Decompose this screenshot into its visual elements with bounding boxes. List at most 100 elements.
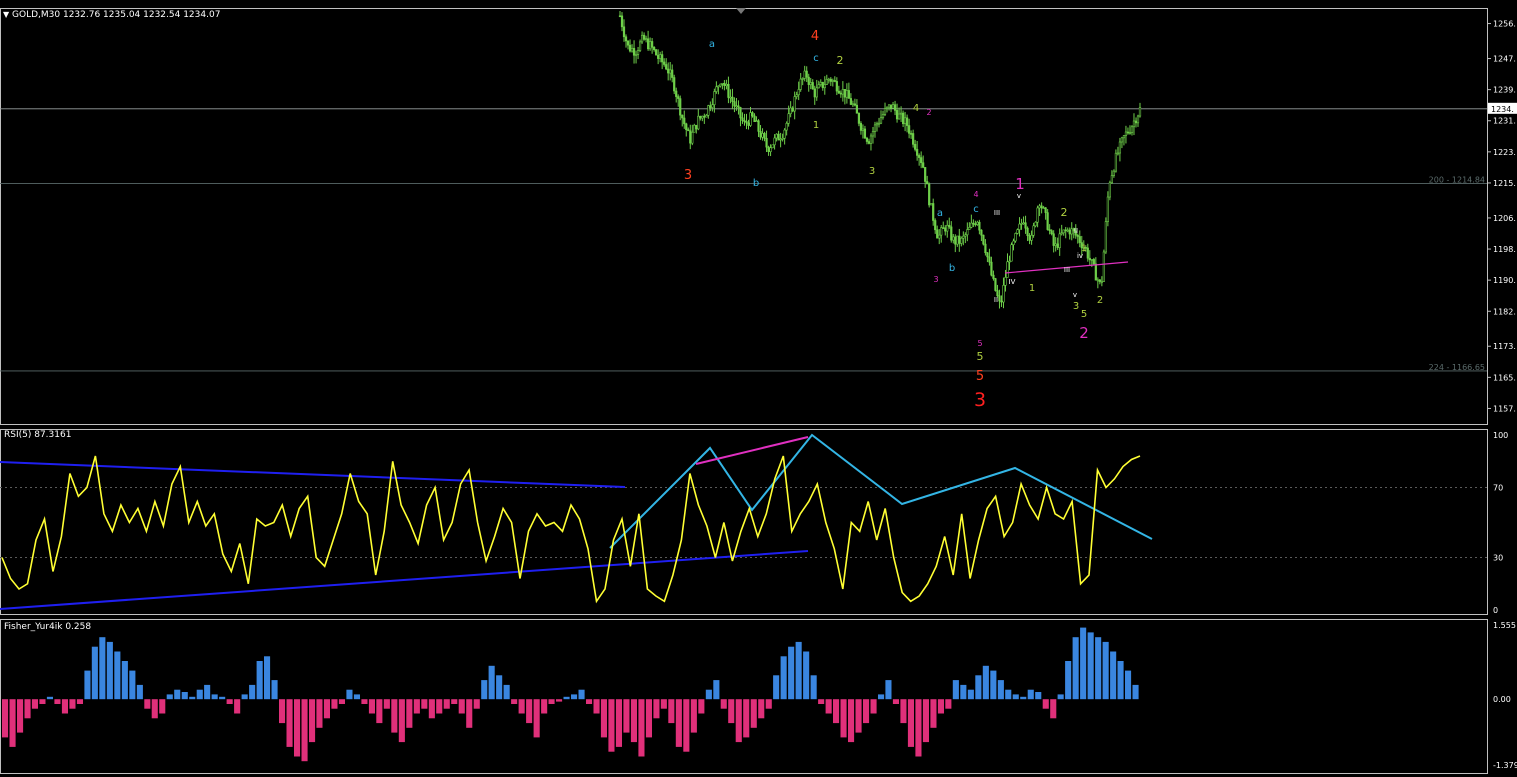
candle-body <box>791 107 794 112</box>
fisher-bar <box>1027 689 1034 700</box>
fib-level-label: 200 - 1214.84 <box>1429 176 1485 185</box>
candle-body <box>922 162 925 168</box>
candle-body <box>697 115 700 130</box>
candle-body <box>982 234 985 245</box>
candle-body <box>763 133 766 139</box>
dropdown-triangle-icon[interactable]: ▼ <box>3 10 9 19</box>
fib-level-label: 224 - 1166.65 <box>1429 363 1485 372</box>
fisher-bar <box>361 699 368 704</box>
fisher-bar <box>556 699 563 702</box>
candle-body <box>950 226 953 241</box>
fisher-bar <box>279 699 286 724</box>
fisher-bar <box>593 699 600 714</box>
candle-body <box>1058 233 1061 248</box>
candle-body <box>801 78 804 80</box>
fisher-bar <box>17 699 24 733</box>
rsi-tick-label: 30 <box>1493 554 1503 563</box>
candle-body <box>733 101 736 107</box>
candle-body <box>966 229 969 236</box>
fisher-tick-label: -1.379 <box>1493 761 1517 770</box>
fisher-bar <box>818 699 825 704</box>
fisher-bar <box>511 699 518 704</box>
candle-body <box>640 34 644 43</box>
candle-body <box>877 122 881 125</box>
fisher-bar <box>368 699 375 714</box>
fisher-bar <box>750 699 757 728</box>
candle-body <box>1066 229 1069 232</box>
fisher-bar <box>181 692 188 700</box>
fisher-bar <box>518 699 525 714</box>
candle-body <box>1028 235 1031 241</box>
chart-window[interactable]: 200 - 1214.84 224 - 1166.65 4ca213b423ac4… <box>0 0 1517 777</box>
candle-body <box>1056 243 1059 248</box>
fisher-bar <box>84 670 91 700</box>
candle-body <box>735 105 738 108</box>
candle-body <box>873 124 877 132</box>
candle-body <box>867 141 871 144</box>
wave-label: 2 <box>1061 206 1068 219</box>
candle-body <box>1034 221 1037 227</box>
candle-body <box>715 86 718 92</box>
candle-body <box>845 90 848 98</box>
candle-body <box>996 290 999 297</box>
candle-body <box>1076 234 1079 237</box>
wave-label: 2 <box>926 108 931 117</box>
fisher-bar <box>1132 684 1139 700</box>
candle-body <box>679 98 682 116</box>
candle-body <box>1120 137 1124 143</box>
price-tick-label: 1206. <box>1493 214 1516 223</box>
candle-body <box>952 236 955 241</box>
fisher-bar <box>915 699 922 757</box>
candle-body <box>1012 240 1015 246</box>
candle-body <box>659 54 662 59</box>
rsi-trendline-lower <box>0 550 809 610</box>
candle-body <box>807 76 810 85</box>
fisher-bar <box>376 699 383 724</box>
fisher-bar <box>863 699 870 724</box>
fisher-bar <box>1125 670 1132 700</box>
price-tick-label: 1190. <box>1493 276 1516 285</box>
candle-body <box>920 157 923 164</box>
fisher-bar <box>1072 637 1079 700</box>
wave-label: 3 <box>869 166 875 177</box>
elliott-wave-labels: 4ca213b4 23a c43bIIIII1vIV12IIIIIiv1v35225… <box>684 29 1103 411</box>
candle-body <box>717 85 720 88</box>
fisher-bar <box>930 699 937 728</box>
candle-body <box>689 130 692 144</box>
symbol-header[interactable]: ▼ GOLD,M30 1232.76 1235.04 1232.54 1234.… <box>3 10 220 20</box>
candle-body <box>1108 182 1111 198</box>
fisher-bar <box>54 699 61 704</box>
fisher-bar <box>541 699 548 714</box>
candle-body <box>829 78 832 82</box>
candle-body <box>620 15 624 28</box>
fisher-bar <box>323 699 330 719</box>
candle-body <box>1014 233 1017 242</box>
candle-body <box>984 243 987 254</box>
fisher-bar <box>473 699 480 709</box>
candle-body <box>1138 106 1142 117</box>
candle-body <box>956 235 959 245</box>
candle-body <box>1060 232 1063 235</box>
fisher-bar <box>1102 641 1109 700</box>
fisher-bar <box>256 661 263 700</box>
candle-body <box>897 113 901 120</box>
fisher-bar <box>1012 694 1019 700</box>
candle-body <box>1004 277 1007 286</box>
candle-body <box>823 84 826 89</box>
candle-body <box>761 133 764 138</box>
candle-body <box>903 117 907 125</box>
candle-body <box>942 227 945 229</box>
fisher-bar <box>990 670 997 700</box>
candlestick-series <box>618 10 1142 309</box>
price-tick-label: 1182. <box>1493 307 1516 316</box>
chart-canvas[interactable]: 200 - 1214.84224 - 1166.65 4ca213b4 23a c4… <box>0 0 1517 777</box>
fisher-bar <box>713 680 720 700</box>
fisher-bar <box>937 699 944 714</box>
candle-body <box>651 41 654 48</box>
candle-body <box>653 46 656 51</box>
fisher-bar <box>226 699 233 704</box>
fisher-bar <box>2 699 9 738</box>
candle-body <box>1134 120 1138 124</box>
fisher-bar <box>301 699 308 762</box>
rsi-line <box>1 455 1141 604</box>
